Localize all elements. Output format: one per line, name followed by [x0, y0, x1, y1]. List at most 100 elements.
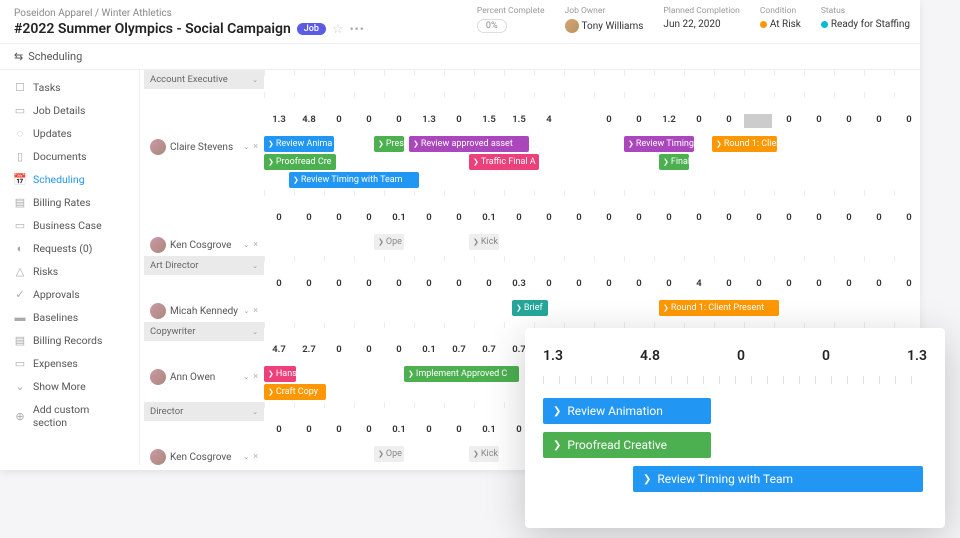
chevron-right-icon: ❯: [268, 384, 274, 400]
sidebar-item-requests-[interactable]: ◐Requests (0): [0, 237, 139, 260]
chevron-down-icon: ⌄: [252, 328, 258, 336]
task-bar[interactable]: ❯Craft Copy: [264, 384, 326, 400]
sidebar-item-add-custom-section[interactable]: ⊕Add custom section: [0, 398, 139, 434]
remove-icon[interactable]: ×: [253, 306, 258, 316]
sidebar-icon: ▯: [14, 151, 26, 163]
sidebar-icon: ⊕: [14, 410, 26, 422]
sidebar-item-baselines[interactable]: ▬Baselines: [0, 306, 139, 329]
more-menu-icon[interactable]: •••: [350, 22, 365, 36]
person-row[interactable]: Micah Kennedy⌄×: [144, 300, 264, 322]
chevron-right-icon: ❯: [516, 300, 522, 316]
task-bar[interactable]: ❯Round 1: Clien: [712, 136, 777, 152]
zoom-panel: 1.34.8001.3 ❯Review Animation❯Proofread …: [525, 328, 945, 528]
task-bar[interactable]: ❯Traffic Final A: [469, 154, 539, 170]
zoom-task-bar[interactable]: ❯Proofread Creative: [543, 432, 711, 458]
page-title: #2022 Summer Olympics - Social Campaign: [14, 21, 291, 37]
tab-scheduling[interactable]: ⇆ Scheduling: [14, 44, 82, 69]
sidebar-item-updates[interactable]: ◌Updates: [0, 122, 139, 145]
chevron-right-icon: ❯: [408, 366, 414, 382]
task-bar[interactable]: ❯Final: [659, 154, 689, 170]
task-bar[interactable]: ❯Round 1: Client Present: [659, 300, 779, 316]
chevron-right-icon: ❯: [473, 446, 479, 462]
chevron-right-icon: ❯: [473, 154, 479, 170]
sidebar-icon: ▭: [14, 220, 26, 232]
chevron-right-icon: ❯: [268, 366, 274, 382]
sidebar-icon: ▬: [14, 312, 26, 324]
sidebar-item-expenses[interactable]: ▭Expenses: [0, 352, 139, 375]
sidebar: ☐Tasks▭Job Details◌Updates▯Documents📅Sch…: [0, 70, 140, 465]
chevron-right-icon: ❯: [553, 406, 561, 417]
sidebar-item-job-details[interactable]: ▭Job Details: [0, 99, 139, 122]
person-row[interactable]: Ann Owen⌄×: [144, 366, 264, 388]
sidebar-item-risks[interactable]: △Risks: [0, 260, 139, 283]
sidebar-item-business-case[interactable]: ▭Business Case: [0, 214, 139, 237]
hours-row: 000000000.3000004000000000: [264, 278, 920, 289]
task-bar[interactable]: ❯Review Timing: [624, 136, 694, 152]
chevron-down-icon: ⌄: [252, 262, 258, 270]
remove-icon[interactable]: ×: [253, 142, 258, 152]
chevron-down-icon: ⌄: [243, 453, 249, 461]
sidebar-item-billing-rates[interactable]: ▤Billing Rates: [0, 191, 139, 214]
sidebar-item-tasks[interactable]: ☐Tasks: [0, 76, 139, 99]
sidebar-icon: ✓: [14, 289, 26, 301]
sidebar-item-scheduling[interactable]: 📅Scheduling: [0, 168, 139, 191]
task-bar[interactable]: ❯Review approved asset: [409, 136, 529, 152]
sidebar-icon: ☐: [14, 82, 26, 94]
task-bar[interactable]: ❯Hans: [264, 366, 296, 382]
chevron-down-icon: ⌄: [252, 408, 258, 416]
chevron-right-icon: ❯: [268, 136, 274, 152]
zoom-task-bar[interactable]: ❯Review Timing with Team: [633, 466, 923, 492]
remove-icon[interactable]: ×: [253, 452, 258, 462]
avatar: [150, 449, 166, 465]
chevron-down-icon: ⌄: [252, 76, 258, 84]
chevron-right-icon: ❯: [378, 446, 384, 462]
chevron-right-icon: ❯: [378, 234, 384, 250]
sidebar-icon: ▭: [14, 105, 26, 117]
task-bar[interactable]: ❯Brief: [512, 300, 548, 316]
task-bar[interactable]: ❯Pres: [374, 136, 404, 152]
avatar-owner: [565, 19, 579, 33]
chevron-right-icon: ❯: [643, 474, 651, 485]
task-bar[interactable]: ❯Implement Approved C: [404, 366, 519, 382]
sidebar-icon: ▭: [14, 358, 26, 370]
sidebar-icon: ◐: [14, 243, 26, 255]
zoom-task-bar[interactable]: ❯Review Animation: [543, 398, 711, 424]
chevron-right-icon: ❯: [378, 136, 384, 152]
task-bar[interactable]: ❯Review Timing with Team: [289, 172, 419, 188]
chevron-right-icon: ❯: [473, 234, 479, 250]
sidebar-item-documents[interactable]: ▯Documents: [0, 145, 139, 168]
task-bar[interactable]: ❯Proofread Cre: [264, 154, 336, 170]
avatar: [150, 369, 166, 385]
favorite-star-icon[interactable]: ☆: [332, 22, 344, 37]
chevron-right-icon: ❯: [716, 136, 722, 152]
role-header[interactable]: Account Executive⌄: [144, 70, 264, 89]
chevron-down-icon: ⌄: [243, 307, 249, 315]
person-row[interactable]: Claire Stevens⌄×: [144, 136, 264, 158]
person-row[interactable]: Ken Cosgrove⌄×: [144, 446, 264, 465]
sidebar-item-approvals[interactable]: ✓Approvals: [0, 283, 139, 306]
condition: Condition At Risk: [760, 6, 801, 33]
role-header[interactable]: Copywriter⌄: [144, 322, 264, 341]
task-bar[interactable]: ❯Review Anima: [264, 136, 334, 152]
avatar: [150, 303, 166, 319]
role-header[interactable]: Director⌄: [144, 402, 264, 421]
percent-complete: Percent Complete 0%: [477, 6, 545, 33]
planned-completion: Planned Completion Jun 22, 2020: [663, 6, 739, 33]
grey-block: [744, 114, 772, 128]
sidebar-item-billing-records[interactable]: ▤Billing Records: [0, 329, 139, 352]
person-row[interactable]: Ken Cosgrove⌄×: [144, 234, 264, 256]
avatar: [150, 237, 166, 253]
sidebar-item-show-more[interactable]: ⌄Show More: [0, 375, 139, 398]
task-bar[interactable]: ❯Kick: [469, 446, 499, 462]
task-bar[interactable]: ❯Ope: [374, 446, 404, 462]
sidebar-icon: ▤: [14, 197, 26, 209]
chevron-right-icon: ❯: [663, 300, 669, 316]
task-bar[interactable]: ❯Ope: [374, 234, 404, 250]
role-header[interactable]: Art Director⌄: [144, 256, 264, 275]
sidebar-icon: ▤: [14, 335, 26, 347]
remove-icon[interactable]: ×: [253, 372, 258, 382]
task-bar[interactable]: ❯Kick: [469, 234, 499, 250]
chevron-down-icon: ⌄: [243, 143, 249, 151]
sidebar-icon: ⌄: [14, 381, 26, 393]
remove-icon[interactable]: ×: [253, 240, 258, 250]
